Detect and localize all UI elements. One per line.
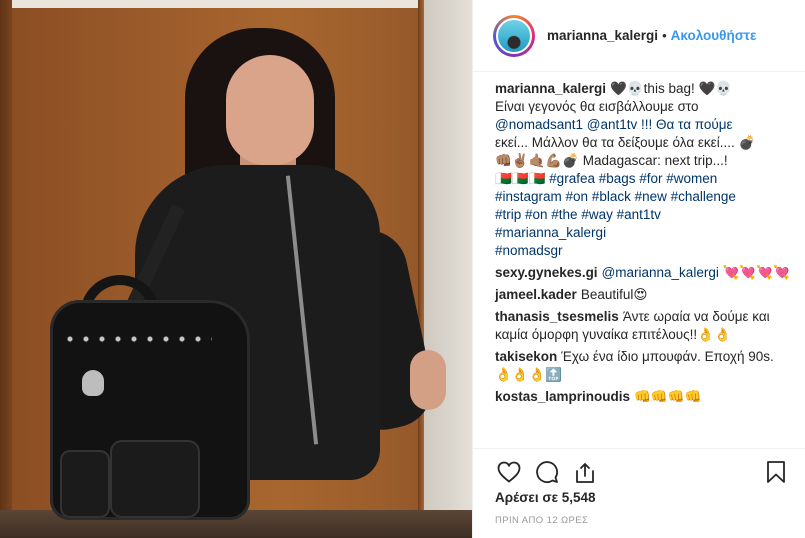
comment-item: sexy.gynekes.gi @marianna_kalergi 💘💘💘💘 [495, 264, 790, 282]
comment-username[interactable]: sexy.gynekes.gi [495, 265, 598, 280]
comment-text: @marianna_kalergi 💘💘💘💘 [601, 265, 790, 280]
header-separator: • [662, 28, 667, 43]
caption-line-hashtags[interactable]: #marianna_kalergi [495, 224, 790, 242]
follow-button[interactable]: Ακολουθήστε [671, 28, 757, 43]
comment-item: kostas_lamprinoudis 👊👊👊👊 [495, 388, 790, 406]
caption: marianna_kalergi 🖤💀this bag! 🖤💀 Είναι γεγ… [495, 80, 790, 260]
share-icon [576, 462, 594, 483]
post-timestamp[interactable]: ΠΡΙΝ ΑΠΟ 12 ΩΡΕΣ [495, 515, 588, 526]
caption-line-mentions[interactable]: @nomadsant1 @ant1tv !!! Θα τα πούμε [495, 116, 790, 134]
action-bar [473, 448, 805, 488]
comment-text: 👊👊👊👊 [634, 389, 702, 404]
share-button[interactable] [571, 458, 599, 486]
caption-line-hashtags[interactable]: #trip #on #the #way #ant1tv [495, 206, 790, 224]
photo-backpack-side-pocket [60, 450, 110, 518]
avatar[interactable] [496, 17, 532, 54]
header-username[interactable]: marianna_kalergi [547, 28, 658, 43]
caption-line: Είναι γεγονός θα εισβάλλουμε στο [495, 99, 699, 114]
photo-hand [410, 350, 446, 410]
likes-count[interactable]: Αρέσει σε 5,548 [495, 490, 596, 505]
caption-line: εκεί... Μάλλον θα τα δείξουμε όλα εκεί..… [495, 135, 756, 150]
photo-door-edge [0, 0, 12, 538]
comment-username[interactable]: kostas_lamprinoudis [495, 389, 630, 404]
comment-text: Beautiful😍 [580, 287, 648, 302]
comments-list[interactable]: marianna_kalergi 🖤💀this bag! 🖤💀 Είναι γεγ… [473, 72, 805, 444]
caption-line: 👊🏽✌🏽🤙🏽💪🏽💣 Madagascar: next trip...! [495, 153, 728, 168]
avatar-story-ring[interactable] [493, 14, 535, 57]
comment-item: thanasis_tsesmelis Άντε ωραία να δούμε κα… [495, 308, 790, 344]
comment-username[interactable]: takisekon [495, 349, 557, 364]
speech-bubble-icon [536, 460, 558, 483]
photo-backpack-studs [62, 332, 212, 346]
photo-ceiling [0, 0, 472, 8]
instagram-post: marianna_kalergi • Ακολουθήστε marianna_… [0, 0, 805, 538]
caption-line-hashtags[interactable]: #instagram #on #black #new #challenge [495, 188, 790, 206]
photo-wall [424, 0, 472, 538]
caption-line: 🖤💀this bag! 🖤💀 [610, 81, 733, 96]
caption-username[interactable]: marianna_kalergi [495, 81, 606, 96]
comment-username[interactable]: jameel.kader [495, 287, 577, 302]
photo-skull-emblem [82, 370, 104, 396]
heart-icon [497, 461, 521, 483]
comment-username[interactable]: thanasis_tsesmelis [495, 309, 619, 324]
comment-button[interactable] [533, 458, 561, 486]
post-side-panel: marianna_kalergi • Ακολουθήστε marianna_… [472, 0, 805, 538]
post-photo[interactable] [0, 0, 472, 538]
comment-item: takisekon Έχω ένα ίδιο μπουφάν. Εποχή 90s… [495, 348, 790, 384]
comment-item: jameel.kader Beautiful😍 [495, 286, 790, 304]
photo-backpack-front-pocket [110, 440, 200, 518]
photo-face [226, 55, 314, 165]
save-button[interactable] [762, 458, 790, 486]
caption-line-hashtags[interactable]: #nomadsgr [495, 242, 790, 260]
post-header: marianna_kalergi • Ακολουθήστε [473, 0, 805, 72]
like-button[interactable] [495, 458, 523, 486]
caption-line-hashtags[interactable]: 🇲🇬🇲🇬🇲🇬 #grafea #bags #for #women [495, 170, 790, 188]
bookmark-icon [767, 460, 785, 483]
